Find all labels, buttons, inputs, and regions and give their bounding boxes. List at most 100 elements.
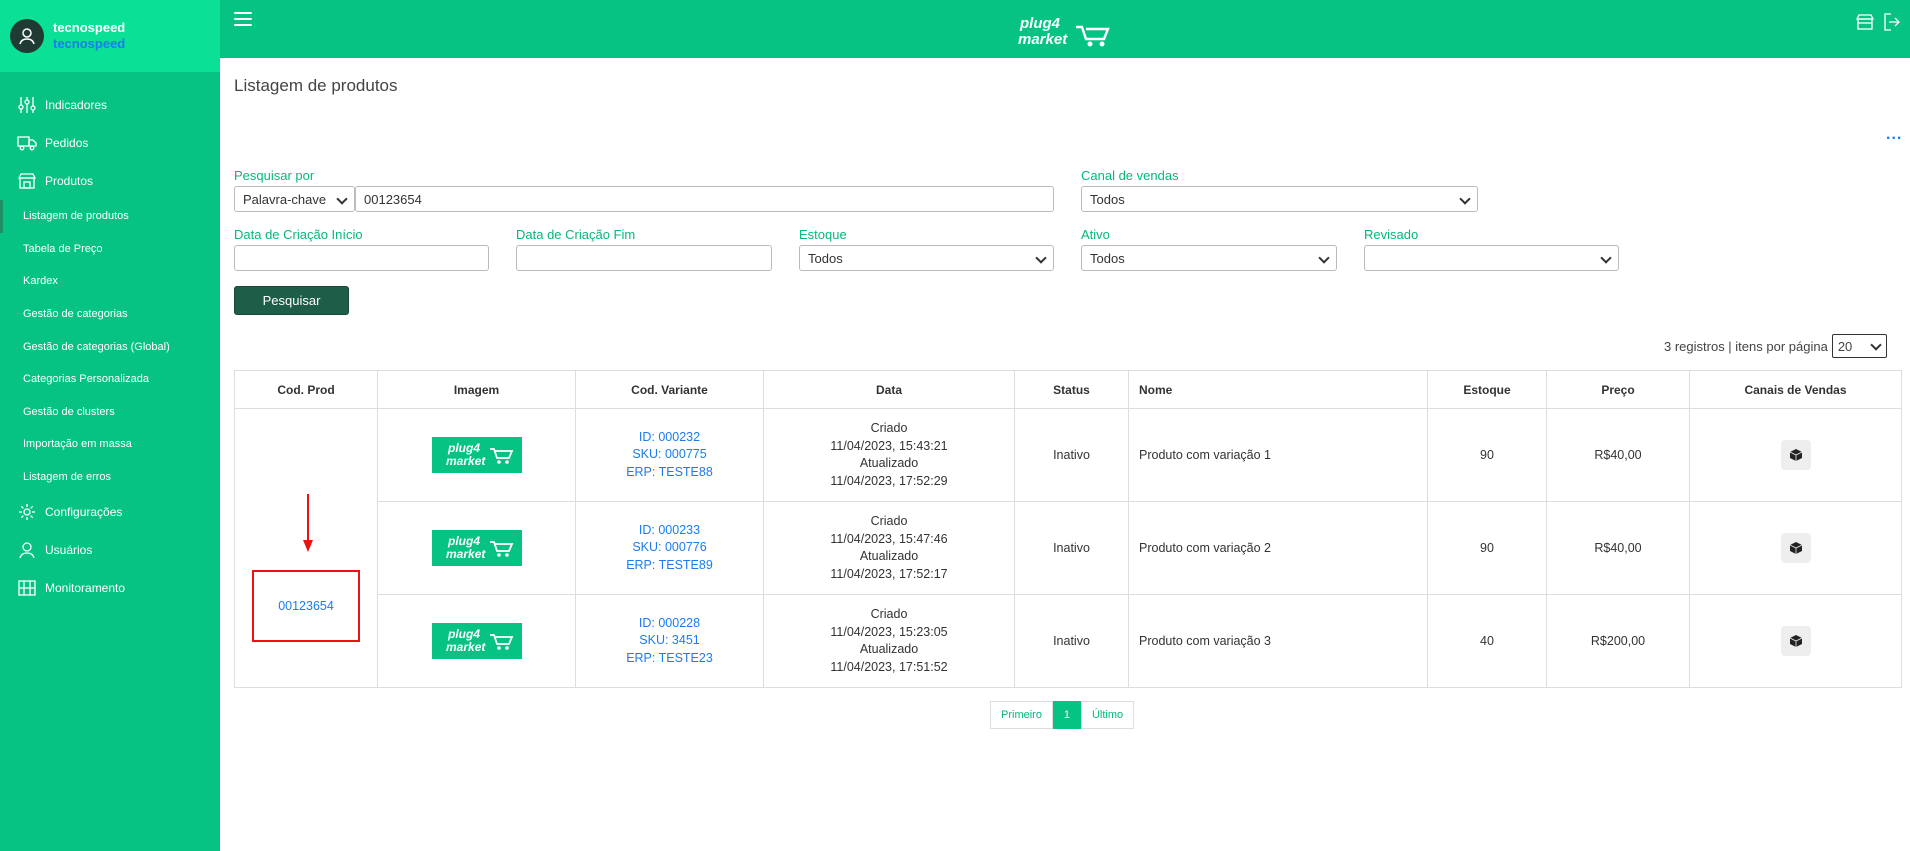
variant-id-link[interactable]: ID: 000232 [576, 429, 763, 447]
sidebar-item-configuracoes[interactable]: Configurações [0, 493, 220, 531]
date-cell: Criado 11/04/2023, 15:23:05 Atualizado 1… [763, 594, 1015, 688]
variant-cell[interactable]: ID: 000232 SKU: 000775 ERP: TESTE88 [575, 408, 764, 502]
sales-channel-button[interactable] [1780, 440, 1811, 470]
sidebar-subitem-tabela-preco[interactable]: Tabela de Preço [0, 233, 220, 266]
col-header-nome[interactable]: Nome [1128, 370, 1428, 409]
table-row: plug4 market ID: 000228 SKU: 3451 ERP: TE… [235, 594, 1902, 688]
sidebar-subitem-gestao-clusters[interactable]: Gestão de clusters [0, 396, 220, 429]
svg-text:plug4: plug4 [447, 534, 480, 548]
product-image[interactable]: plug4 market [431, 437, 522, 473]
sidebar-subitem-importacao-massa[interactable]: Importação em massa [0, 428, 220, 461]
sidebar-subitem-gestao-categorias-global[interactable]: Gestão de categorias (Global) [0, 330, 220, 363]
table-row: plug4 market ID: 000232 SKU: 000775 ERP: … [234, 408, 1902, 688]
col-header-cod-prod[interactable]: Cod. Prod [234, 370, 378, 409]
sidebar-subitem-listagem-erros[interactable]: Listagem de erros [0, 461, 220, 494]
stock-cell: 40 [1427, 594, 1547, 688]
date-start-input[interactable] [234, 245, 489, 271]
sidebar-item-produtos[interactable]: Produtos [0, 162, 220, 200]
channel-label: Canal de vendas [1081, 168, 1179, 183]
variant-cell[interactable]: ID: 000233 SKU: 000776 ERP: TESTE89 [575, 501, 764, 595]
sidebar-item-label: Produtos [45, 174, 94, 188]
svg-text:market: market [1018, 31, 1068, 48]
chevron-down-icon [1600, 252, 1612, 264]
status-cell: Inativo [1014, 408, 1129, 502]
sidebar-subitem-gestao-categorias[interactable]: Gestão de categorias [0, 298, 220, 331]
pagination-last[interactable]: Último [1080, 701, 1135, 729]
active-label: Ativo [1081, 227, 1110, 242]
channel-value: Todos [1090, 191, 1125, 207]
monitor-icon [17, 578, 37, 598]
variant-erp-link[interactable]: ERP: TESTE23 [576, 650, 763, 668]
sidebar-item-pedidos[interactable]: Pedidos [0, 124, 220, 162]
pagination-first[interactable]: Primeiro [990, 701, 1053, 729]
col-header-preco[interactable]: Preço [1546, 370, 1690, 409]
sliders-icon [17, 95, 37, 115]
col-header-canais[interactable]: Canais de Vendas [1689, 370, 1902, 409]
sales-channel-button[interactable] [1780, 626, 1811, 656]
date-cell: Criado 11/04/2023, 15:47:46 Atualizado 1… [763, 501, 1015, 595]
name-cell: Produto com variação 3 [1128, 594, 1428, 688]
date-end-input[interactable] [516, 245, 772, 271]
more-options-button[interactable]: ... [1886, 126, 1902, 144]
sidebar-subitem-kardex[interactable]: Kardex [0, 265, 220, 298]
channel-select[interactable]: Todos [1081, 186, 1478, 212]
user-icon [17, 540, 37, 560]
status-cell: Inativo [1014, 594, 1129, 688]
col-header-data[interactable]: Data [763, 370, 1015, 409]
variant-cell[interactable]: ID: 000228 SKU: 3451 ERP: TESTE23 [575, 594, 764, 688]
variant-sku-link[interactable]: SKU: 3451 [576, 632, 763, 650]
avatar[interactable] [10, 19, 44, 53]
sidebar-subitem-listagem-produtos[interactable]: Listagem de produtos [0, 200, 220, 233]
reviewed-select[interactable] [1364, 245, 1619, 271]
image-cell: plug4 market [377, 408, 576, 502]
search-type-select[interactable]: Palavra-chave [234, 186, 355, 212]
per-page-select[interactable]: 20 [1831, 334, 1887, 358]
sidebar-subitem-categorias-personalizada[interactable]: Categorias Personalizada [0, 363, 220, 396]
search-type-value: Palavra-chave [243, 191, 327, 207]
product-image[interactable]: plug4 market [431, 530, 522, 566]
user-name: tecnospeed [53, 20, 126, 35]
stock-select[interactable]: Todos [799, 245, 1054, 271]
search-input-value: 00123654 [364, 191, 422, 207]
product-image[interactable]: plug4 market [431, 623, 522, 659]
search-button[interactable]: Pesquisar [234, 286, 349, 315]
col-header-status[interactable]: Status [1014, 370, 1129, 409]
variant-erp-link[interactable]: ERP: TESTE89 [576, 557, 763, 575]
sidebar-item-monitoramento[interactable]: Monitoramento [0, 569, 220, 607]
box-icon [1789, 635, 1802, 647]
updated-label: Atualizado [859, 456, 919, 470]
svg-text:plug4: plug4 [447, 441, 480, 455]
variant-sku-link[interactable]: SKU: 000776 [576, 539, 763, 557]
channels-cell [1689, 408, 1902, 502]
chevron-down-icon [336, 193, 348, 205]
sales-channel-button[interactable] [1780, 533, 1811, 563]
active-select[interactable]: Todos [1081, 245, 1337, 271]
results-info: 3 registros | itens por página 20 [1664, 334, 1887, 358]
col-header-cod-variante[interactable]: Cod. Variante [575, 370, 764, 409]
svg-text:market: market [446, 547, 486, 561]
page-title: Listagem de produtos [234, 76, 398, 95]
variant-id-link[interactable]: ID: 000233 [576, 522, 763, 540]
variant-erp-link[interactable]: ERP: TESTE88 [576, 464, 763, 482]
name-cell: Produto com variação 1 [1128, 408, 1428, 502]
store-icon[interactable] [1855, 13, 1876, 33]
user-icon [19, 28, 35, 45]
price-cell: R$40,00 [1546, 408, 1690, 502]
variant-sku-link[interactable]: SKU: 000775 [576, 446, 763, 464]
stock-cell: 90 [1427, 501, 1547, 595]
chevron-down-icon [1870, 339, 1882, 351]
svg-text:market: market [446, 454, 486, 468]
logout-icon[interactable] [1884, 13, 1904, 33]
search-input[interactable]: 00123654 [355, 186, 1054, 212]
pagination-page-1[interactable]: 1 [1052, 701, 1081, 729]
col-header-estoque[interactable]: Estoque [1427, 370, 1547, 409]
product-code-link[interactable]: 00123654 [252, 570, 360, 642]
menu-toggle-icon[interactable] [234, 12, 252, 26]
created-date: 11/04/2023, 15:23:05 [830, 624, 948, 639]
date-cell: Criado 11/04/2023, 15:43:21 Atualizado 1… [763, 408, 1015, 502]
channels-cell [1689, 501, 1902, 595]
sidebar-item-indicadores[interactable]: Indicadores [0, 86, 220, 124]
sidebar-item-usuarios[interactable]: Usuários [0, 531, 220, 569]
col-header-imagem[interactable]: Imagem [377, 370, 576, 409]
variant-id-link[interactable]: ID: 000228 [576, 615, 763, 633]
